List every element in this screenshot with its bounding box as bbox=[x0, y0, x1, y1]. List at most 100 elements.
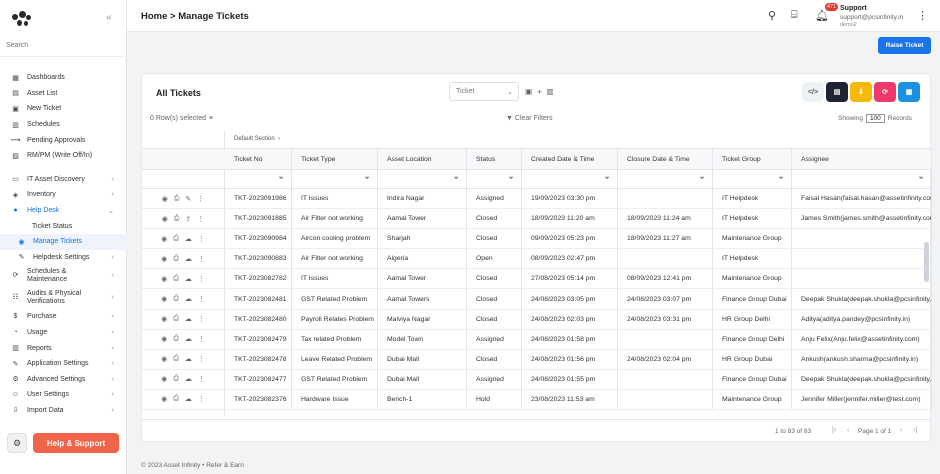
print-icon[interactable]: ⎙ bbox=[174, 195, 180, 203]
column-header[interactable]: Asset Location bbox=[378, 149, 467, 169]
table-row[interactable]: ◉ ⎙ ☁ ⋮ TKT-2023082478 Leave Related Problem D… bbox=[142, 349, 932, 370]
download-button[interactable]: ⇩ bbox=[850, 82, 872, 102]
cloud-icon[interactable]: ☁ bbox=[185, 255, 192, 263]
more-options-icon[interactable]: ⋮ bbox=[198, 335, 205, 343]
table-row[interactable]: ◉ ⎙ ⇪ ⋮ TKT-2023091885 Air Filter not working… bbox=[142, 209, 932, 230]
sidebar-item-ticket-status[interactable]: Ticket Status bbox=[0, 218, 127, 234]
column-header[interactable]: Created Date & Time bbox=[522, 149, 618, 169]
print-icon[interactable]: ⎙ bbox=[173, 355, 179, 363]
page-size-select[interactable]: 100 bbox=[865, 114, 885, 123]
column-filter-icon[interactable]: ⏷ bbox=[618, 170, 713, 188]
print-icon[interactable]: ⎙ bbox=[173, 255, 179, 263]
table-row[interactable]: ◉ ⎙ ☁ ⋮ TKT-2023082477 GST Related Problem Dub… bbox=[142, 369, 932, 390]
table-row[interactable]: ◉ ⎙ ☁ ⋮ TKT-2023082376 Hardware Issue Bench-1 H… bbox=[142, 389, 932, 411]
cloud-icon[interactable]: ☁ bbox=[185, 375, 192, 383]
view-icon[interactable]: ◉ bbox=[161, 315, 167, 323]
clear-filters-button[interactable]: ▼ Clear Filters bbox=[506, 115, 553, 122]
help-support-button[interactable]: Help & Support bbox=[33, 433, 119, 453]
column-header[interactable]: Ticket No bbox=[225, 149, 292, 169]
view-icon[interactable]: ◉ bbox=[161, 275, 167, 283]
sidebar-item-pending-approvals[interactable]: ⟿ Pending Approvals bbox=[0, 132, 127, 148]
barcode-scan-icon[interactable]: ⌸ bbox=[791, 9, 798, 22]
sidebar-item-inventory[interactable]: ◈ Inventory › bbox=[0, 187, 127, 203]
user-name[interactable]: Support bbox=[840, 5, 867, 12]
collapse-sidebar-icon[interactable]: « bbox=[106, 12, 112, 23]
sidebar-search-input[interactable] bbox=[6, 42, 120, 49]
next-page-icon[interactable]: › bbox=[900, 427, 902, 434]
table-row[interactable]: ◉ ⎙ ☁ ⋮ TKT-2023082782 IT Issues Aamal Tower Cl… bbox=[142, 269, 932, 290]
view-icon[interactable]: ◉ bbox=[161, 235, 167, 243]
column-header[interactable]: Ticket Group bbox=[713, 149, 792, 169]
sidebar-item-application-settings[interactable]: ✎ Application Settings › bbox=[0, 356, 127, 372]
print-icon[interactable]: ⎙ bbox=[174, 215, 180, 223]
more-options-icon[interactable]: ⋮ bbox=[198, 275, 205, 283]
sidebar-item-schedules[interactable]: ▥ Schedules bbox=[0, 117, 127, 133]
sidebar-item-new-ticket[interactable]: ▣ New Ticket bbox=[0, 101, 127, 117]
column-header[interactable]: Assignee bbox=[792, 149, 932, 169]
sidebar-item-rm-pm[interactable]: ▨ RM/PM (Write Off/In) bbox=[0, 148, 127, 164]
view-icon[interactable]: ◉ bbox=[162, 215, 168, 223]
more-options-icon[interactable]: ⋮ bbox=[197, 195, 204, 203]
view-icon[interactable]: ◉ bbox=[161, 295, 167, 303]
refresh-button[interactable]: ⟳ bbox=[874, 82, 896, 102]
more-options-icon[interactable]: ⋮ bbox=[198, 295, 205, 303]
view-icon[interactable]: ◉ bbox=[161, 375, 167, 383]
more-options-icon[interactable]: ⋮ bbox=[198, 355, 205, 363]
column-filter-icon[interactable]: ⏷ bbox=[225, 170, 292, 188]
first-page-icon[interactable]: |‹ bbox=[832, 427, 836, 434]
sidebar-item-manage-tickets[interactable]: ◉ Manage Tickets bbox=[0, 233, 127, 250]
cloud-icon[interactable]: ☁ bbox=[185, 355, 192, 363]
column-header[interactable]: Closure Date & Time bbox=[618, 149, 713, 169]
column-header[interactable]: Status bbox=[467, 149, 522, 169]
save-icon[interactable]: ▣ bbox=[525, 87, 537, 96]
sidebar-item-help-desk[interactable]: ● Help Desk ⌄ bbox=[0, 203, 127, 219]
cloud-icon[interactable]: ☁ bbox=[185, 315, 192, 323]
print-icon[interactable]: ⎙ bbox=[173, 375, 179, 383]
print-icon[interactable]: ⎙ bbox=[173, 295, 179, 303]
group-header[interactable]: Default Section ‹ bbox=[225, 130, 932, 148]
column-filter-icon[interactable]: ⏷ bbox=[292, 170, 378, 188]
sidebar-item-purchase[interactable]: $ Purchase › bbox=[0, 309, 127, 325]
sidebar-item-audits[interactable]: ☷ Audits & Physical Verifications › bbox=[0, 287, 127, 309]
sidebar-item-helpdesk-settings[interactable]: ✎ Helpdesk Settings › bbox=[0, 250, 127, 266]
column-filter-icon[interactable]: ⏷ bbox=[467, 170, 522, 188]
table-row[interactable]: ◉ ⎙ ☁ ⋮ TKT-2023082480 Payroll Relates Proble… bbox=[142, 309, 932, 330]
delete-icon[interactable]: ▥ bbox=[546, 87, 558, 96]
sidebar-item-asset-list[interactable]: ▤ Asset List bbox=[0, 86, 127, 102]
cloud-icon[interactable]: ☁ bbox=[185, 295, 192, 303]
column-filter-icon[interactable]: ⏷ bbox=[522, 170, 618, 188]
sidebar-item-reports[interactable]: ▥ Reports › bbox=[0, 340, 127, 356]
more-options-icon[interactable]: ⋮ bbox=[198, 235, 205, 243]
table-row[interactable]: ◉ ⎙ ✎ ⋮ TKT-2023091986 IT Issues Indira Nagar A… bbox=[142, 189, 932, 210]
print-icon[interactable]: ⎙ bbox=[173, 335, 179, 343]
vertical-scrollbar[interactable] bbox=[924, 242, 929, 282]
column-filter-icon[interactable]: ⏷ bbox=[713, 170, 792, 188]
upload-icon[interactable]: ⇪ bbox=[185, 215, 191, 223]
cloud-icon[interactable]: ☁ bbox=[185, 395, 192, 403]
view-icon[interactable]: ◉ bbox=[161, 395, 167, 403]
more-options-icon[interactable]: ⋮ bbox=[198, 375, 205, 383]
last-page-icon[interactable]: ›| bbox=[913, 427, 917, 434]
table-row[interactable]: ◉ ⎙ ☁ ⋮ TKT-2023090883 Air Filter not working… bbox=[142, 249, 932, 270]
table-row[interactable]: ◉ ⎙ ☁ ⋮ TKT-2023082481 GST Related Problem Aam… bbox=[142, 289, 932, 310]
sidebar-item-dashboards[interactable]: ▦ Dashboards bbox=[0, 70, 127, 86]
more-options-icon[interactable]: ⋮ bbox=[198, 315, 205, 323]
sidebar-item-usage[interactable]: ◔ Usage › bbox=[0, 325, 127, 341]
close-icon[interactable]: × bbox=[209, 115, 213, 122]
code-view-button[interactable]: </> bbox=[802, 82, 824, 102]
print-icon[interactable]: ⎙ bbox=[173, 395, 179, 403]
document-button[interactable]: ▤ bbox=[826, 82, 848, 102]
edit-icon[interactable]: ✎ bbox=[185, 195, 191, 203]
table-row[interactable]: ◉ ⎙ ☁ ⋮ TKT-2023082479 Tax related Problem Mod… bbox=[142, 329, 932, 350]
column-filter-icon[interactable]: ⏷ bbox=[792, 170, 932, 188]
sidebar-item-import-data[interactable]: ⇩ Import Data › bbox=[0, 403, 127, 419]
sidebar-item-user-settings[interactable]: ☺ User Settings › bbox=[0, 387, 127, 403]
bell-icon[interactable]: 🔔︎ bbox=[815, 9, 829, 22]
view-icon[interactable]: ◉ bbox=[162, 195, 168, 203]
settings-gear-button[interactable]: ⚙ bbox=[7, 433, 27, 453]
sidebar-item-advanced-settings[interactable]: ⚙ Advanced Settings › bbox=[0, 372, 127, 388]
print-icon[interactable]: ⎙ bbox=[173, 275, 179, 283]
sidebar-item-schedules-maintenance[interactable]: ⟳ Schedules & Maintenance › bbox=[0, 265, 127, 287]
column-filter-icon[interactable]: ⏷ bbox=[378, 170, 467, 188]
cloud-icon[interactable]: ☁ bbox=[185, 235, 192, 243]
